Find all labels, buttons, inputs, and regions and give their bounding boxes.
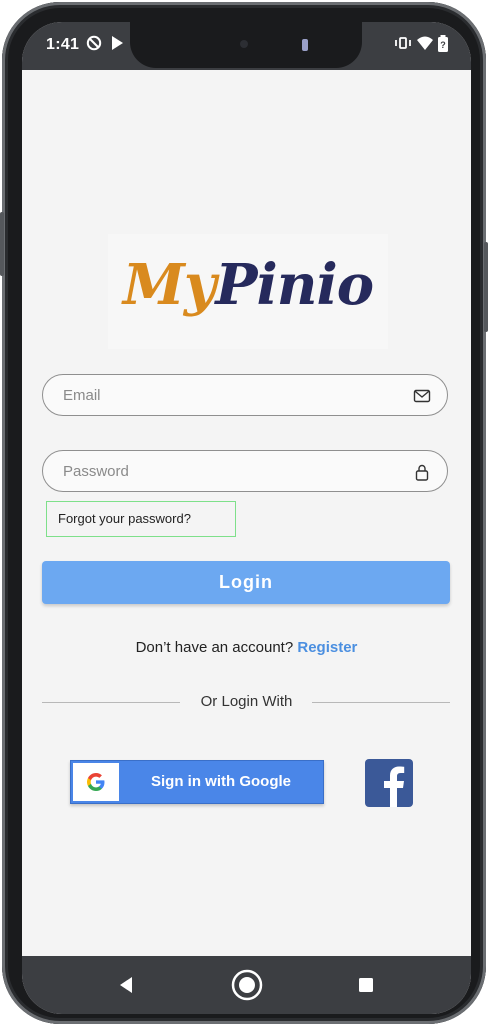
vibrate-icon — [394, 35, 412, 54]
power-button — [484, 242, 488, 332]
battery-icon: ? — [437, 35, 449, 56]
password-field[interactable] — [42, 450, 448, 492]
register-row: Don’t have an account? Register — [22, 639, 471, 656]
lock-icon[interactable] — [413, 463, 431, 481]
system-nav-bar — [22, 956, 471, 1014]
facebook-icon — [384, 766, 405, 807]
google-sign-in-button[interactable]: Sign in with Google — [70, 760, 324, 804]
play-store-icon — [110, 35, 124, 54]
google-logo-box — [73, 763, 119, 801]
facebook-login-button[interactable] — [365, 759, 413, 807]
email-field[interactable] — [42, 374, 448, 416]
front-camera — [240, 40, 248, 48]
phone-frame: 1:41 ? MyPinio Email Forgot your passwor… — [0, 2, 488, 1024]
app-screen: 1:41 ? MyPinio Email Forgot your passwor… — [22, 22, 471, 1014]
logo-wordmark: MyPinio — [108, 252, 388, 318]
email-input[interactable] — [63, 375, 383, 415]
back-icon[interactable] — [118, 976, 134, 994]
camera-notch — [130, 22, 362, 68]
do-not-disturb-icon — [86, 35, 102, 54]
google-sign-in-label: Sign in with Google — [151, 773, 291, 790]
status-time: 1:41 — [46, 36, 80, 53]
recents-icon[interactable] — [358, 977, 374, 993]
volume-button — [0, 212, 4, 276]
divider-line-right — [312, 702, 450, 703]
logo-pinio: Pinio — [215, 252, 374, 318]
register-link[interactable]: Register — [297, 639, 357, 656]
wifi-icon — [416, 35, 434, 54]
register-prompt: Don’t have an account? — [135, 639, 294, 656]
camera-indicator-icon — [302, 39, 308, 51]
logo-my: My — [122, 252, 217, 318]
password-input[interactable] — [63, 451, 383, 491]
google-icon — [87, 773, 105, 791]
home-icon[interactable] — [230, 968, 264, 1002]
svg-text:?: ? — [440, 40, 446, 50]
login-button[interactable]: Login — [42, 561, 450, 604]
app-logo: MyPinio — [108, 234, 388, 349]
status-bar: 1:41 ? — [22, 22, 471, 70]
forgot-password-link[interactable]: Forgot your password? — [46, 501, 236, 537]
mail-icon — [413, 387, 431, 405]
